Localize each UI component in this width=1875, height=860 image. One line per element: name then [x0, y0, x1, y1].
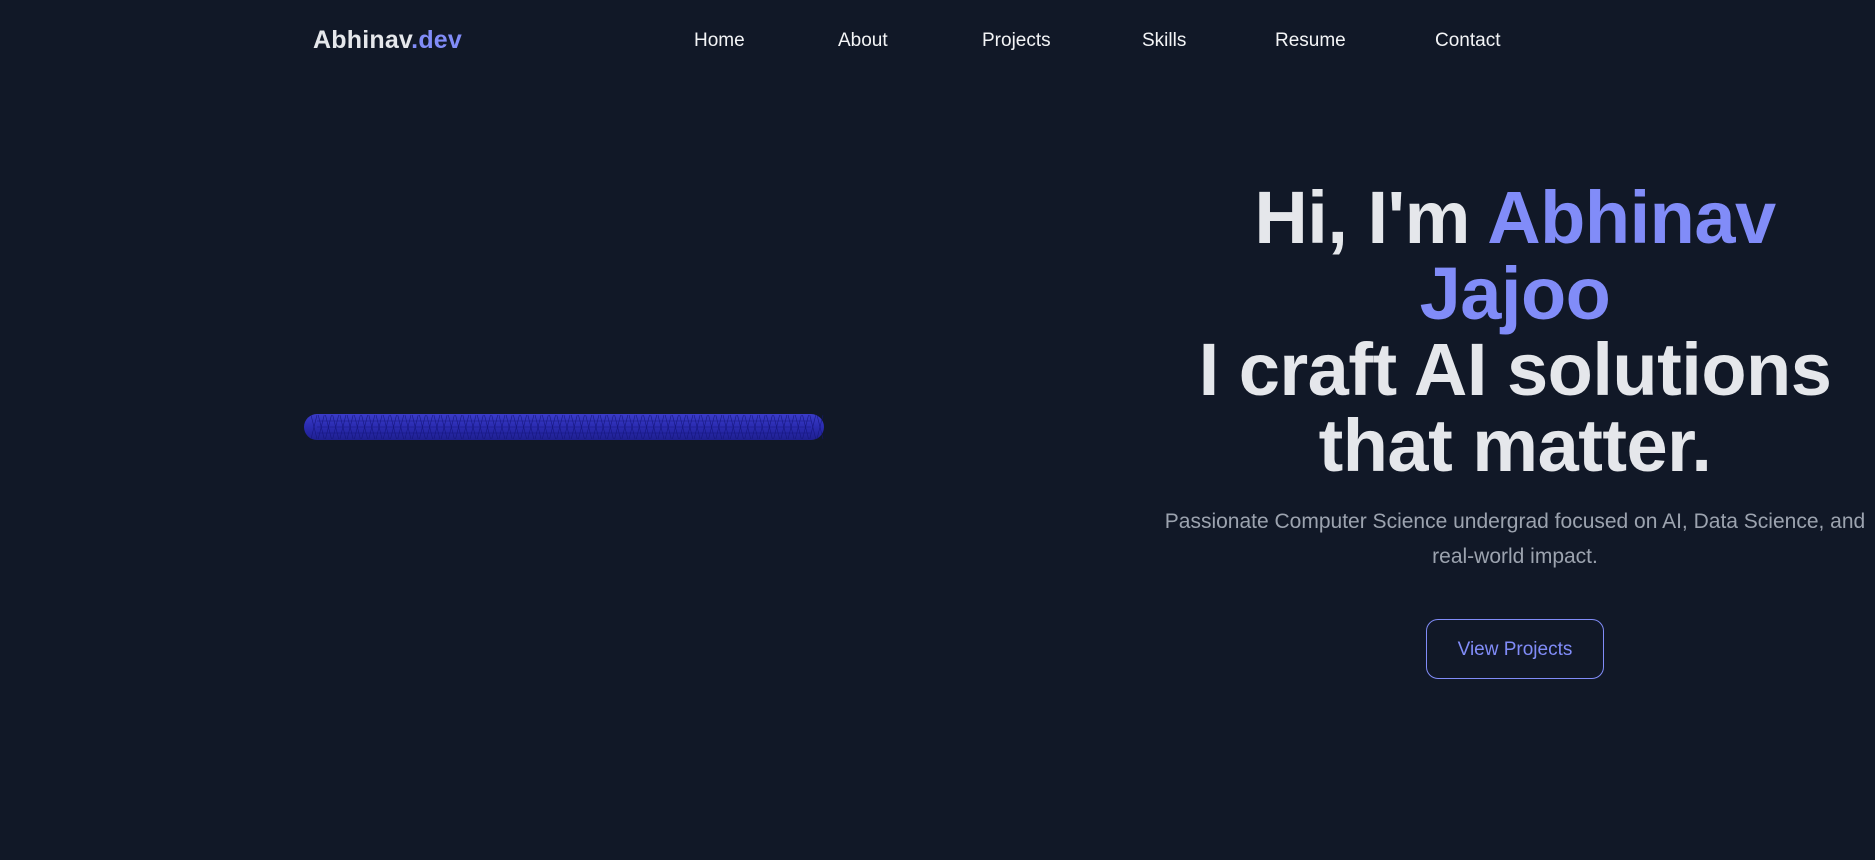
logo-accent-text: .dev — [411, 26, 462, 54]
view-projects-button[interactable]: View Projects — [1426, 619, 1604, 679]
nav-home-link[interactable]: Home — [694, 30, 745, 52]
nav-about-link[interactable]: About — [838, 30, 888, 52]
torus-3d-canvas[interactable] — [303, 412, 825, 442]
hero-name-last: Jajoo — [1419, 252, 1611, 335]
nav-projects-link[interactable]: Projects — [982, 30, 1051, 52]
hero-section: Hi, I'm Abhinav Jajoo I craft AI solutio… — [1145, 180, 1875, 679]
hero-greeting: Hi, I'm — [1254, 176, 1488, 259]
hero-tagline-line2: that matter. — [1318, 404, 1712, 487]
logo-main-text: Abhinav — [313, 26, 412, 54]
nav-resume-link[interactable]: Resume — [1275, 30, 1346, 52]
nav-contact-link[interactable]: Contact — [1435, 30, 1500, 52]
hero-name-first: Abhinav — [1487, 176, 1776, 259]
hero-tagline-line1: I craft AI solutions — [1198, 328, 1832, 411]
torus-wireframe-graphic — [304, 414, 824, 440]
nav-skills-link[interactable]: Skills — [1142, 30, 1186, 52]
hero-subtitle: Passionate Computer Science undergrad fo… — [1164, 510, 1866, 568]
hero-title: Hi, I'm Abhinav Jajoo I craft AI solutio… — [1145, 180, 1875, 484]
site-logo[interactable]: Abhinav.dev — [313, 26, 462, 55]
page: Abhinav.dev Home About Projects Skills R… — [0, 0, 1875, 860]
